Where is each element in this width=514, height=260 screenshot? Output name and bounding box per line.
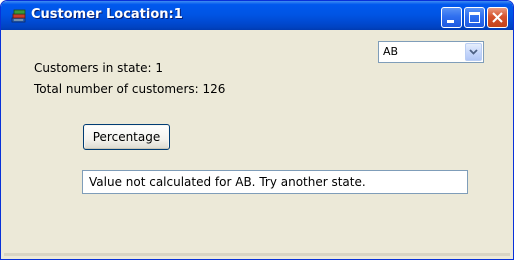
window-bottom-edge [4, 253, 510, 256]
result-field-value: Value not calculated for AB. Try another… [89, 175, 366, 189]
total-customers-label: Total number of customers: 126 [34, 82, 226, 96]
minimize-icon [447, 20, 454, 23]
percentage-button[interactable]: Percentage [83, 124, 170, 150]
books-app-icon [11, 8, 27, 24]
state-select[interactable]: AB [378, 41, 484, 63]
dropdown-arrow-button[interactable] [465, 43, 482, 61]
result-field[interactable]: Value not calculated for AB. Try another… [82, 170, 468, 194]
window-title: Customer Location:1 [31, 7, 183, 22]
window-client-area: AB Customers in state: 1 Total number of… [4, 30, 510, 256]
maximize-button[interactable] [464, 7, 485, 28]
title-bar[interactable]: Customer Location:1 [1, 1, 513, 30]
close-icon [492, 12, 503, 23]
close-button[interactable] [487, 7, 508, 28]
customer-location-window: Customer Location:1 AB Customers in stat… [0, 0, 514, 260]
minimize-button[interactable] [441, 7, 462, 28]
chevron-down-icon [469, 49, 478, 55]
state-select-value: AB [383, 45, 399, 58]
customers-in-state-label: Customers in state: 1 [34, 61, 163, 75]
maximize-icon [469, 12, 480, 23]
